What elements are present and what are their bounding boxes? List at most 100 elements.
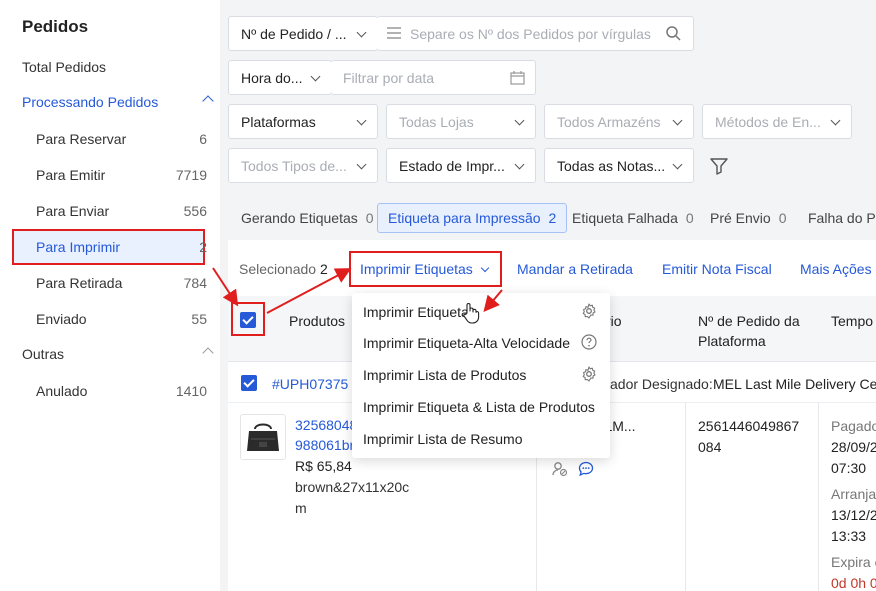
sidebar-item-label: Para Enviar [36,203,110,219]
shipping-methods-select[interactable]: Métodos de En... [702,104,852,139]
hand-cursor-icon [462,302,480,327]
filter-icon[interactable] [710,157,728,178]
issue-invoice-button[interactable]: Emitir Nota Fiscal [662,261,772,277]
sidebar-item-enviado[interactable]: Enviado 55 [36,301,207,337]
send-pickup-button[interactable]: Mandar a Retirada [517,261,633,277]
user-status-icon[interactable] [552,461,568,480]
sidebar-item-label: Para Retirada [36,275,123,291]
print-status-select[interactable]: Estado de Impr... [386,148,536,183]
invoices-select[interactable]: Todas as Notas... [544,148,694,183]
sidebar-item-count: 784 [183,275,207,291]
more-actions-button[interactable]: Mais Ações [800,261,872,277]
sidebar-item-count: 7719 [175,167,207,183]
types-select[interactable]: Todos Tipos de... [228,148,378,183]
logistics-value: MEL Last Mile Delivery Ce [713,376,876,392]
sidebar-group-others[interactable]: Outras [22,336,214,372]
menu-item-print-product-list[interactable]: Imprimir Lista de Produtos [352,359,610,391]
warehouses-select[interactable]: Todos Armazéns [544,104,694,139]
select-all-highlight [231,302,265,336]
product-variant-line2: m [295,500,307,516]
order-number-type-select[interactable]: Nº de Pedido / ... [228,16,378,51]
search-icon[interactable] [666,26,681,44]
tab-label: Etiqueta para Impressão [388,210,541,226]
menu-item-print-summary[interactable]: Imprimir Lista de Resumo [352,423,610,455]
menu-item-label: Imprimir Lista de Resumo [363,431,523,447]
stores-select[interactable]: Todas Lojas [386,104,536,139]
column-divider [818,403,819,591]
select-value: Estado de Impr... [399,157,505,174]
sidebar-item-label: Para Emitir [36,167,106,183]
order-checkbox[interactable] [241,375,257,391]
print-labels-highlight [349,251,502,287]
select-value: Todos Armazéns [557,113,661,130]
paid-label: Pagado [831,418,876,434]
sidebar-title: Pedidos [22,17,89,36]
sidebar-item-anulado[interactable]: Anulado 1410 [36,373,207,409]
bulk-action-bar: Selecionado 2 Imprimir Etiquetas Mandar … [228,248,876,290]
tab-label: Gerando Etiquetas [241,210,358,226]
sidebar-item-label: Enviado [36,311,87,327]
column-header-time: Tempo [831,313,874,329]
tab-falha-do-pr[interactable]: Falha do Pr [808,203,876,233]
gear-icon[interactable] [581,303,597,319]
platform-order-number: 2561446049867 [698,418,800,434]
menu-item-print-label[interactable]: Imprimir Etiqueta [352,295,610,327]
tab-label: Etiqueta Falhada [572,210,678,226]
platforms-select[interactable]: Plataformas [228,104,378,139]
sidebar-item-para-emitir[interactable]: Para Emitir 7719 [36,157,207,193]
chevron-down-icon [830,115,841,126]
menu-item-label: Imprimir Lista de Produtos [363,367,527,383]
product-sku-line1[interactable]: 32568048 [295,417,357,433]
sidebar-item-para-enviar[interactable]: Para Enviar 556 [36,193,207,229]
chevron-down-icon [356,115,367,126]
product-sku-line2[interactable]: 988061br [295,437,354,453]
order-id-link[interactable]: #UPH07375 [272,376,348,392]
product-thumbnail[interactable] [240,414,286,460]
select-value: Métodos de En... [715,113,821,130]
sidebar-item-total[interactable]: Total Pedidos [22,49,212,85]
list-icon [387,26,401,42]
search-placeholder: Separe os Nº dos Pedidos por vírgulas [410,25,651,42]
date-filter-input[interactable]: Filtrar por data [331,60,536,95]
menu-item-print-label-and-list[interactable]: Imprimir Etiqueta & Lista de Produtos [352,391,610,423]
sidebar-item-count: 55 [191,311,207,327]
expire-countdown: 0d 0h 0 [831,575,876,591]
sidebar-group-processing[interactable]: Processando Pedidos [22,84,214,120]
tab-label: Falha do Pr [808,210,876,226]
tab-gerando-etiquetas[interactable]: Gerando Etiquetas 0 [241,203,374,233]
select-value: Plataformas [241,113,316,130]
product-variant-line1: brown&27x11x20c [295,479,410,495]
product-price: R$ 65,84 [295,458,352,474]
menu-item-print-label-fast[interactable]: Imprimir Etiqueta-Alta Velocidade [352,327,610,359]
selected-text: Selecionado [239,261,317,277]
tab-label: Pré Envio [710,210,771,226]
sidebar-item-para-retirada[interactable]: Para Retirada 784 [36,265,207,301]
arranged-label: Arranja [831,486,876,502]
help-circle-icon[interactable] [581,334,597,350]
time-type-select[interactable]: Hora do... [228,60,332,95]
sidebar-group-label: Outras [22,346,65,362]
select-value: Todas as Notas... [557,157,666,174]
platform-order-number-line2: 084 [698,439,722,455]
order-search-input[interactable]: Separe os Nº dos Pedidos por vírgulas [377,16,694,51]
select-value: Todos Tipos de... [241,157,347,174]
chat-icon[interactable] [578,461,594,480]
select-value: Todas Lojas [399,113,474,130]
chevron-down-icon [514,115,525,126]
gear-icon[interactable] [581,366,597,382]
calendar-icon [510,71,525,88]
chevron-down-icon [356,159,367,170]
sidebar-item-count: 1410 [175,383,207,399]
date-placeholder: Filtrar por data [343,69,435,86]
print-labels-menu: Imprimir Etiqueta Imprimir Etiqueta-Alta… [352,293,610,458]
sidebar-item-para-imprimir[interactable]: Para Imprimir 2 [36,229,207,265]
sidebar-item-para-reservar[interactable]: Para Reservar 6 [36,121,207,157]
tab-etiqueta-falhada[interactable]: Etiqueta Falhada 0 [572,203,694,233]
sidebar-item-label: Para Imprimir [36,239,121,255]
tab-count: 0 [365,210,374,226]
column-header-platform-order: Nº de Pedido da [698,313,800,329]
tab-count: 2 [548,210,557,226]
tab-etiqueta-para-impressao[interactable]: Etiqueta para Impressão 2 [377,203,568,233]
sidebar-item-count: 2 [199,239,207,255]
tab-pre-envio[interactable]: Pré Envio 0 [710,203,787,233]
